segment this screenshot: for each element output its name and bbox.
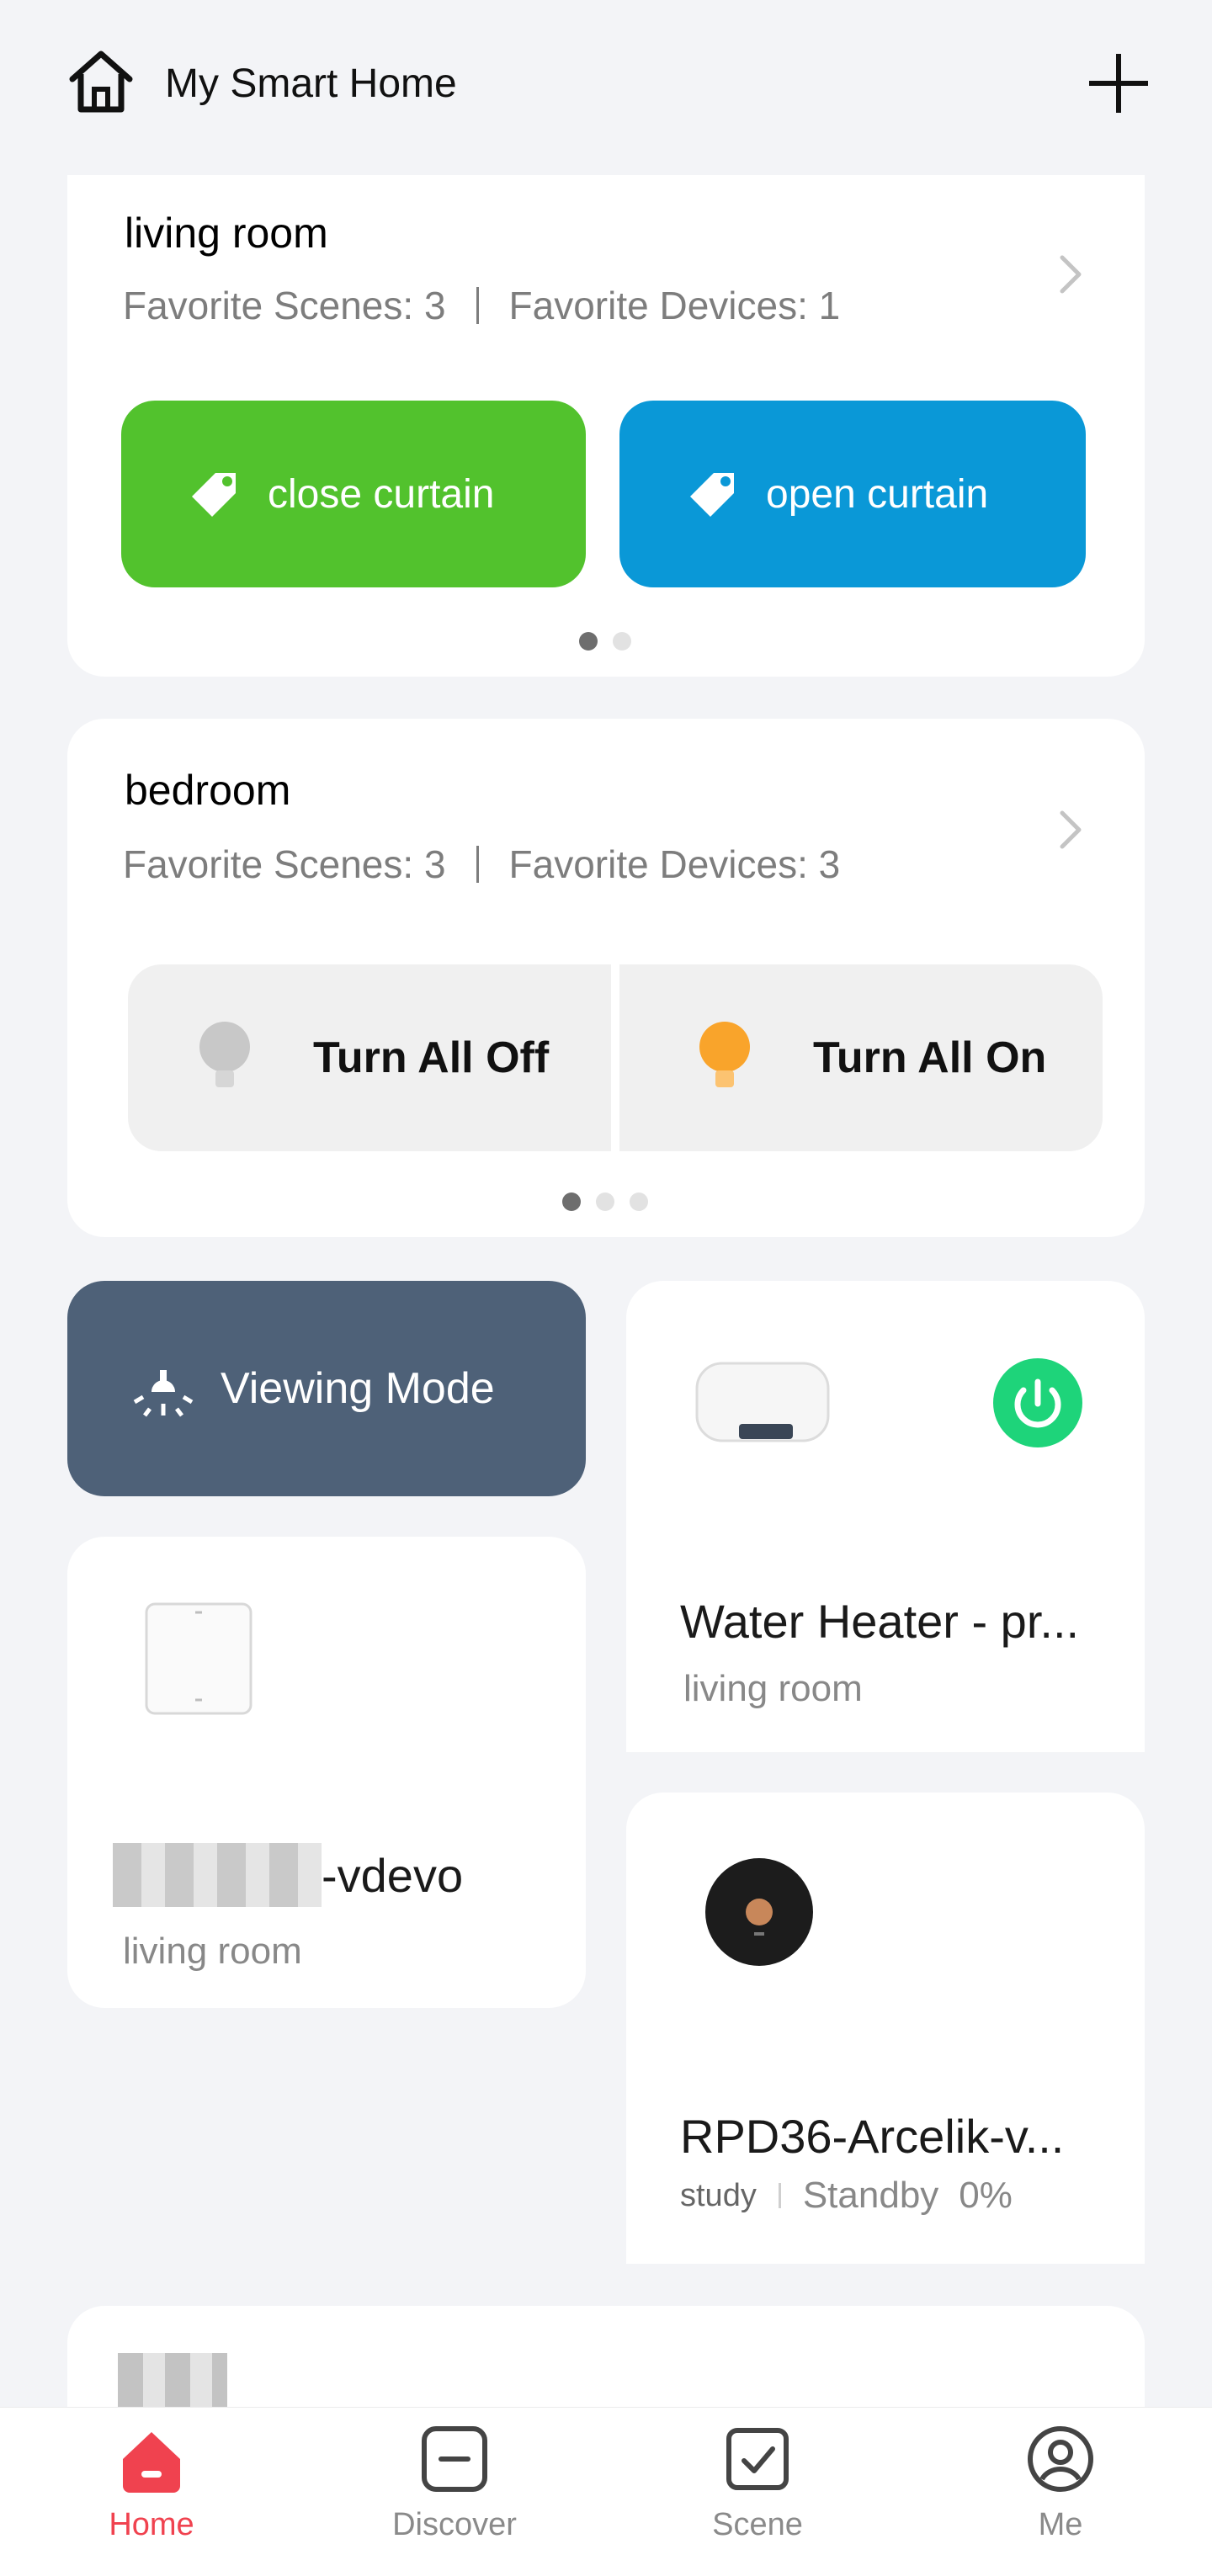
battery-level: 0% — [959, 2175, 1013, 2216]
scene-icon — [722, 2424, 793, 2494]
room-stats: Favorite Scenes: 3 Favorite Devices: 3 — [123, 842, 840, 887]
lamp-icon — [130, 1355, 197, 1422]
device-card-robot-vacuum[interactable]: RPD36-Arcelik-v... study Standby 0% — [626, 1793, 1145, 2264]
device-status-row: study Standby 0% — [680, 2175, 1013, 2217]
room-card-living-room[interactable]: living room Favorite Scenes: 3 Favorite … — [67, 175, 1145, 677]
device-room: living room — [683, 1668, 863, 1709]
room-name: living room — [125, 210, 328, 257]
bulb-off-icon — [195, 1020, 254, 1096]
turn-all-off-button[interactable]: Turn All Off — [128, 964, 611, 1151]
pager-dot — [630, 1192, 648, 1211]
favorite-scenes-count: Favorite Scenes: 3 — [123, 284, 446, 327]
stats-divider — [476, 846, 479, 883]
tab-discover[interactable]: Discover — [370, 2424, 539, 2543]
device-name: -vdevo — [322, 1848, 464, 1902]
wall-switch-icon — [143, 1601, 254, 1717]
home-tab-icon — [116, 2424, 187, 2494]
tab-label: Home — [109, 2507, 194, 2542]
favorite-devices-count: Favorite Devices: 1 — [508, 284, 841, 327]
scene-label: Viewing Mode — [221, 1364, 495, 1413]
device-room: living room — [123, 1931, 302, 1972]
device-name-row: -vdevo — [113, 1843, 463, 1907]
plus-icon[interactable] — [1086, 50, 1151, 116]
action-label: Turn All Off — [313, 1033, 550, 1082]
action-label: Turn All On — [813, 1033, 1047, 1082]
tag-icon — [185, 465, 244, 523]
home-title[interactable]: My Smart Home — [165, 61, 457, 107]
bulb-on-icon — [695, 1020, 754, 1096]
header: My Smart Home — [0, 0, 1212, 168]
home-icon[interactable] — [64, 44, 138, 118]
room-stats: Favorite Scenes: 3 Favorite Devices: 1 — [123, 283, 840, 328]
stats-divider — [476, 287, 479, 324]
robot-vacuum-icon — [704, 1856, 815, 1968]
device-status: Standby — [802, 2175, 939, 2216]
turn-all-on-button[interactable]: Turn All On — [619, 964, 1103, 1151]
device-name: RPD36-Arcelik-v... — [680, 2110, 1065, 2163]
tab-label: Discover — [392, 2507, 517, 2542]
scene-label: close curtain — [268, 471, 495, 517]
favorite-scenes-count: Favorite Scenes: 3 — [123, 842, 446, 886]
tab-label: Me — [1038, 2507, 1083, 2542]
chevron-right-icon[interactable] — [1054, 805, 1087, 855]
tab-me[interactable]: Me — [976, 2424, 1145, 2543]
profile-icon — [1025, 2424, 1096, 2494]
room-name: bedroom — [125, 767, 291, 814]
discover-icon — [419, 2424, 490, 2494]
device-card-water-heater[interactable]: Water Heater - pr... living room — [626, 1281, 1145, 1752]
scene-tile-viewing-mode[interactable]: Viewing Mode — [67, 1281, 586, 1496]
pager-dot — [596, 1192, 614, 1211]
favorite-devices-count: Favorite Devices: 3 — [508, 842, 841, 886]
water-heater-icon — [694, 1358, 833, 1451]
pager-dot-active — [579, 632, 598, 651]
pager-dot — [613, 632, 631, 651]
tab-label: Scene — [712, 2507, 803, 2542]
redacted-name-block — [113, 1843, 322, 1907]
pager-dot-active — [562, 1192, 581, 1211]
room-card-bedroom[interactable]: bedroom Favorite Scenes: 3 Favorite Devi… — [67, 719, 1145, 1237]
tab-scene[interactable]: Scene — [673, 2424, 842, 2543]
device-room: study — [680, 2177, 757, 2213]
device-card-switch[interactable]: -vdevo living room — [67, 1537, 586, 2008]
chevron-right-icon[interactable] — [1054, 249, 1087, 300]
scene-label: open curtain — [766, 471, 989, 517]
device-name: Water Heater - pr... — [680, 1595, 1080, 1648]
scene-button-open-curtain[interactable]: open curtain — [619, 401, 1086, 587]
tag-icon — [683, 465, 742, 523]
scene-button-close-curtain[interactable]: close curtain — [121, 401, 586, 587]
status-divider — [778, 2183, 781, 2208]
power-icon[interactable] — [993, 1358, 1082, 1447]
tab-home[interactable]: Home — [67, 2424, 236, 2543]
